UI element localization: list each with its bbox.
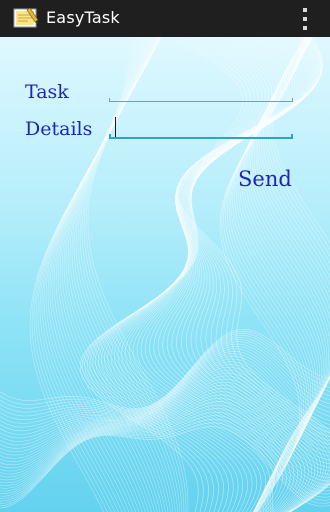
overflow-menu-icon[interactable] [300, 8, 310, 30]
main-content: Task Details Send [0, 37, 330, 512]
action-bar: EasyTask [0, 0, 330, 37]
details-input[interactable] [109, 117, 293, 139]
task-label: Task [25, 81, 69, 103]
text-cursor [115, 117, 116, 137]
details-label: Details [25, 118, 93, 140]
notepad-icon [13, 7, 39, 28]
send-button[interactable]: Send [232, 167, 298, 191]
wave-background [0, 37, 330, 512]
task-input[interactable] [109, 83, 293, 102]
app-title: EasyTask [46, 8, 120, 27]
